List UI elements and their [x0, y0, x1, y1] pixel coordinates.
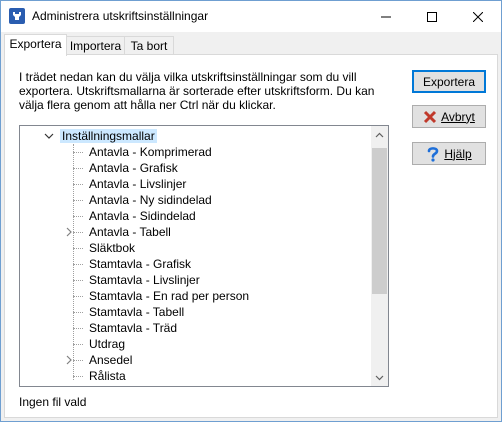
help-button[interactable]: Hjälp [412, 142, 486, 165]
app-icon [9, 8, 25, 24]
tree-item[interactable]: Antavla - Livslinjer [73, 177, 186, 191]
tree-item[interactable]: Ansedel [66, 353, 133, 367]
tree-connector [73, 215, 83, 217]
tree-connector [73, 375, 83, 377]
tree-connector [73, 247, 83, 249]
tree-root-label: Inställningsmallar [60, 129, 157, 143]
tree-connector [73, 167, 83, 169]
tree-item[interactable]: Rålista [73, 369, 126, 383]
tab-exportera[interactable]: Exportera [4, 34, 67, 56]
tree-item-label: Utdrag [89, 337, 126, 351]
scrollbar-thumb[interactable] [372, 148, 387, 294]
chevron-right-icon[interactable] [66, 355, 73, 365]
tree-item-label: Stamtavla - En rad per person [89, 289, 250, 303]
tab-ta-bort[interactable]: Ta bort [124, 36, 174, 54]
tree-item-label: Antavla - Sidindelad [89, 209, 196, 223]
tree-item-label: Stamtavla - Träd [89, 321, 178, 335]
tree-connector [73, 343, 83, 345]
tree-item[interactable]: Antavla - Grafisk [73, 161, 178, 175]
maximize-button[interactable] [409, 1, 455, 32]
tree-connector [73, 199, 83, 201]
scroll-up-button[interactable] [371, 126, 388, 143]
vertical-scrollbar[interactable] [371, 126, 388, 386]
tree-item-label: Rålista [89, 369, 126, 383]
chevron-up-icon [375, 132, 384, 137]
dialog-window: Administrera utskriftsinställningar Expo… [0, 0, 502, 422]
minimize-icon [381, 16, 391, 17]
export-button[interactable]: Exportera [412, 70, 486, 93]
tree-item[interactable]: Släktbok [73, 241, 135, 255]
tree-connector [73, 279, 83, 281]
tree-item[interactable]: Stamtavla - Tabell [73, 305, 184, 319]
cancel-x-icon [423, 110, 437, 124]
tree-item[interactable]: Stamtavla - Livslinjer [73, 273, 200, 287]
minimize-button[interactable] [363, 1, 409, 32]
window-title: Administrera utskriftsinställningar [32, 9, 209, 23]
tree-item-label: Stamtavla - Livslinjer [89, 273, 200, 287]
help-button-label: Hjälp [444, 146, 472, 161]
tree-item[interactable]: Stamtavla - Grafisk [73, 257, 191, 271]
tree-connector [73, 311, 83, 313]
close-icon [473, 11, 483, 22]
tab-strip: Exportera Importera Ta bort [1, 33, 501, 56]
tree-root-node[interactable]: Inställningsmallar [44, 129, 157, 143]
tree-connector [73, 263, 83, 265]
tree-connector [73, 151, 83, 153]
chevron-down-icon [375, 375, 384, 380]
tree-connector [73, 183, 83, 185]
tree-item[interactable]: Antavla - Tabell [66, 225, 171, 239]
tree-item[interactable]: Stamtavla - Träd [73, 321, 177, 335]
status-text: Ingen fil vald [19, 395, 87, 409]
tree-item[interactable]: Antavla - Sidindelad [73, 209, 196, 223]
tab-panel-exportera: I trädet nedan kan du välja vilka utskri… [4, 54, 498, 418]
help-question-icon [426, 146, 440, 162]
tree-item-label: Antavla - Livslinjer [89, 177, 187, 191]
tree-item[interactable]: Utdrag [73, 337, 125, 351]
maximize-icon [427, 11, 437, 22]
tree-item-label: Antavla - Komprimerad [89, 145, 212, 159]
tree-connector [73, 295, 83, 297]
tree-item-label: Släktbok [89, 241, 136, 255]
chevron-down-icon[interactable] [44, 131, 54, 141]
title-bar[interactable]: Administrera utskriftsinställningar [1, 1, 501, 32]
chevron-right-icon[interactable] [66, 227, 73, 237]
template-tree[interactable]: Inställningsmallar Antavla - Komprimerad… [19, 125, 389, 387]
cancel-button-label: Avbryt [441, 109, 475, 124]
tree-item-label: Ansedel [89, 353, 133, 367]
tree-item-label: Stamtavla - Tabell [89, 305, 185, 319]
tree-item-label: Antavla - Grafisk [89, 161, 178, 175]
tree-item-label: Antavla - Tabell [89, 225, 171, 239]
tree-item[interactable]: Antavla - Komprimerad [73, 145, 212, 159]
tree-item-label: Antavla - Ny sidindelad [89, 193, 212, 207]
tree-connector [73, 231, 83, 233]
tree-item-label: Stamtavla - Grafisk [89, 257, 192, 271]
cancel-button[interactable]: Avbryt [412, 105, 486, 128]
tab-importera[interactable]: Importera [66, 36, 125, 54]
tree-connector [73, 359, 83, 361]
close-button[interactable] [455, 1, 501, 32]
export-button-label: Exportera [422, 74, 476, 89]
tree-item[interactable]: Antavla - Ny sidindelad [73, 193, 212, 207]
tree-item[interactable]: Stamtavla - En rad per person [73, 289, 249, 303]
tree-connector [73, 327, 83, 329]
scroll-down-button[interactable] [371, 369, 388, 386]
instructions-text: I trädet nedan kan du välja vilka utskri… [19, 70, 375, 112]
